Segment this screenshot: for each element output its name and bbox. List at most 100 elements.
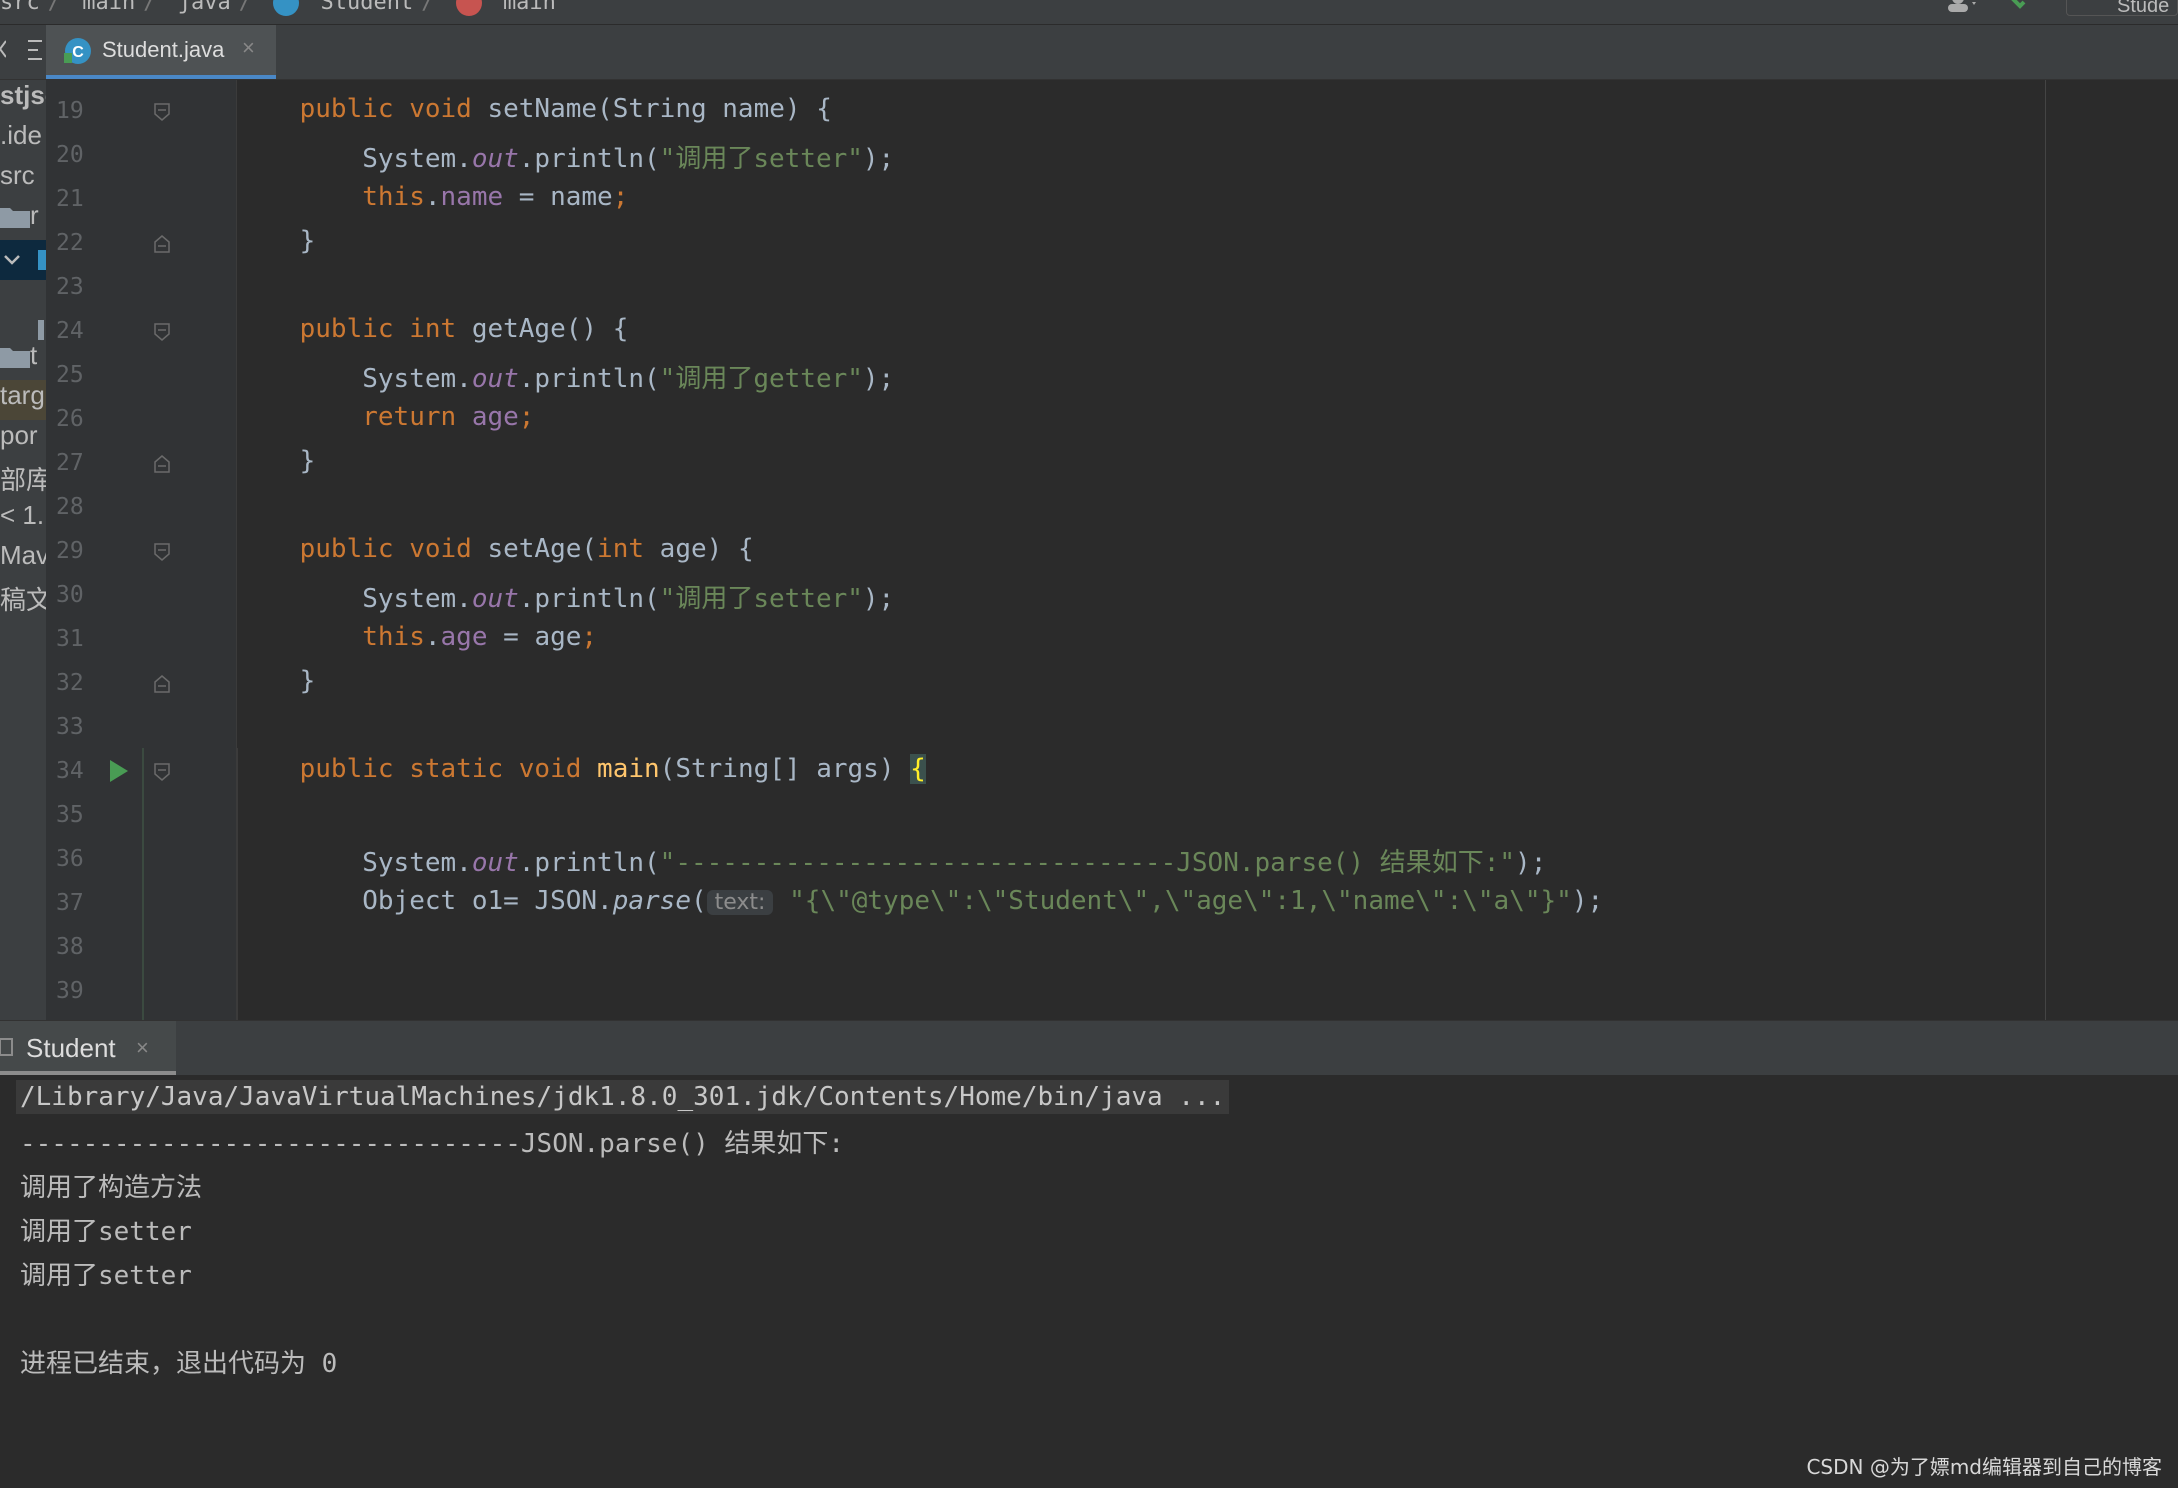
navigation-bar: src / main / java / Student / main Stude bbox=[0, 0, 2178, 25]
breadcrumb-item-main-method[interactable]: main bbox=[503, 0, 556, 15]
fold-marker-icon[interactable] bbox=[153, 102, 171, 122]
structure-menu-icon[interactable] bbox=[26, 37, 44, 63]
project-item-external-libs[interactable]: 部库 bbox=[0, 460, 46, 500]
code-line-22: } bbox=[299, 226, 316, 256]
scroll-left-icon[interactable] bbox=[0, 39, 6, 59]
breadcrumb-separator: / bbox=[47, 0, 61, 15]
line-number: 35 bbox=[56, 802, 84, 828]
breadcrumb-separator: / bbox=[238, 0, 252, 15]
breadcrumb-separator: / bbox=[143, 0, 157, 15]
line-number: 31 bbox=[56, 626, 84, 652]
selected-folder-icon bbox=[38, 250, 46, 270]
code-line-36: System.out.println("--------------------… bbox=[362, 848, 1547, 878]
line-number: 34 bbox=[56, 758, 84, 784]
fold-marker-icon[interactable] bbox=[153, 762, 171, 782]
editor-tab-bar: C Student.java × bbox=[0, 25, 2178, 80]
fold-marker-icon[interactable] bbox=[153, 322, 171, 342]
run-configuration-selector[interactable]: Stude bbox=[2066, 0, 2178, 16]
run-arrow-icon[interactable] bbox=[106, 758, 130, 784]
line-number: 27 bbox=[56, 450, 84, 476]
code-line-26: return age; bbox=[362, 402, 535, 432]
code-editor[interactable]: public void setName(String name) { Syste… bbox=[237, 80, 2178, 1020]
line-number: 25 bbox=[56, 362, 84, 388]
line-number: 19 bbox=[56, 98, 84, 124]
chevron-down-icon bbox=[4, 255, 20, 265]
code-line-25: System.out.println("调用了getter"); bbox=[362, 364, 895, 394]
project-item-pom[interactable]: por bbox=[0, 420, 38, 460]
project-item-test[interactable]: t bbox=[0, 340, 37, 380]
close-run-tab-button[interactable]: × bbox=[136, 1035, 149, 1061]
project-item-scratches[interactable]: 稿文 bbox=[0, 580, 46, 620]
active-tab-indicator bbox=[46, 75, 276, 79]
project-root-item[interactable]: stjsc bbox=[0, 80, 46, 120]
close-tab-button[interactable]: × bbox=[242, 35, 255, 61]
line-number: 24 bbox=[56, 318, 84, 344]
hammer-icon[interactable] bbox=[2006, 0, 2028, 16]
tab-label: Student.java bbox=[102, 37, 225, 62]
parameter-hint: text: bbox=[706, 890, 774, 915]
line-number: 32 bbox=[56, 670, 84, 696]
code-line-31: this.age = age; bbox=[362, 622, 598, 652]
line-number: 20 bbox=[56, 142, 84, 168]
java-class-icon: C bbox=[64, 38, 91, 64]
fold-marker-icon[interactable] bbox=[153, 454, 171, 474]
folder-icon bbox=[0, 208, 30, 229]
project-item-src[interactable]: src bbox=[0, 160, 35, 200]
line-number: 39 bbox=[56, 978, 84, 1004]
console-line: --------------------------------JSON.par… bbox=[20, 1129, 845, 1159]
watermark: CSDN @为了嫖md编辑器到自己的博客 bbox=[1806, 1455, 2162, 1479]
line-number: 28 bbox=[56, 494, 84, 520]
run-tab-label: Student bbox=[26, 1033, 116, 1063]
tree-node-marker bbox=[38, 320, 44, 340]
console-icon bbox=[0, 1038, 13, 1056]
breadcrumb-separator: / bbox=[421, 0, 435, 15]
project-item-maven[interactable]: Mav bbox=[0, 540, 46, 580]
line-number: 38 bbox=[56, 934, 84, 960]
right-margin-guide bbox=[2045, 80, 2046, 1020]
method-icon bbox=[455, 0, 482, 16]
run-configuration-label: Stude bbox=[2117, 0, 2170, 16]
console-command-line[interactable]: /Library/Java/JavaVirtualMachines/jdk1.8… bbox=[16, 1080, 1230, 1114]
line-number: 22 bbox=[56, 230, 84, 256]
console-line: 调用了构造方法 bbox=[20, 1173, 203, 1203]
console-output[interactable]: /Library/Java/JavaVirtualMachines/jdk1.8… bbox=[0, 1075, 2178, 1488]
run-tool-window-header: Student × bbox=[0, 1020, 2178, 1076]
code-line-30: System.out.println("调用了setter"); bbox=[362, 584, 895, 614]
line-number: 26 bbox=[56, 406, 84, 432]
code-line-24: public int getAge() { bbox=[299, 314, 629, 344]
code-line-21: this.name = name; bbox=[362, 182, 629, 212]
code-line-27: } bbox=[299, 446, 316, 476]
project-item-jdk[interactable]: < 1. bbox=[0, 500, 44, 540]
breadcrumb-item-student[interactable]: Student bbox=[320, 0, 413, 15]
fold-marker-icon[interactable] bbox=[153, 542, 171, 562]
code-line-20: System.out.println("调用了setter"); bbox=[362, 144, 895, 174]
code-line-37: Object o1= JSON.parse(text: "{\"@type\":… bbox=[362, 886, 1604, 916]
run-tab-student[interactable]: Student × bbox=[0, 1021, 176, 1075]
console-line: 调用了setter bbox=[20, 1261, 192, 1291]
breadcrumb-item-main[interactable]: main bbox=[82, 0, 135, 15]
breadcrumb-item-java[interactable]: java bbox=[178, 0, 231, 15]
line-number: 21 bbox=[56, 186, 84, 212]
svg-text:C: C bbox=[72, 44, 84, 61]
project-item-target[interactable]: targ bbox=[0, 380, 46, 420]
console-exit-line: 进程已结束，退出代码为 0 bbox=[20, 1349, 338, 1379]
user-icon[interactable] bbox=[1946, 0, 1978, 16]
line-number: 29 bbox=[56, 538, 84, 564]
console-line: 调用了setter bbox=[20, 1217, 192, 1247]
project-item-idea[interactable]: .ide bbox=[0, 120, 42, 160]
code-line-34: public static void main(String[] args) { bbox=[299, 754, 926, 784]
selected-tree-item[interactable] bbox=[0, 240, 46, 280]
line-number: 30 bbox=[56, 582, 84, 608]
fold-marker-icon[interactable] bbox=[153, 674, 171, 694]
java-class-icon bbox=[273, 0, 300, 16]
breadcrumb-item-src[interactable]: src bbox=[0, 0, 40, 15]
code-line-19: public void setName(String name) { bbox=[299, 94, 832, 124]
project-item-folder[interactable]: r bbox=[0, 200, 39, 240]
line-number: 37 bbox=[56, 890, 84, 916]
breadcrumb: src / main / java / Student / main bbox=[0, 0, 564, 16]
line-number: 33 bbox=[56, 714, 84, 740]
tab-student-java[interactable]: C Student.java × bbox=[46, 25, 276, 79]
folder-icon bbox=[0, 348, 30, 369]
editor-gutter: 19 20 21 22 23 24 25 26 27 28 29 30 31 3… bbox=[46, 80, 237, 1020]
fold-marker-icon[interactable] bbox=[153, 234, 171, 254]
